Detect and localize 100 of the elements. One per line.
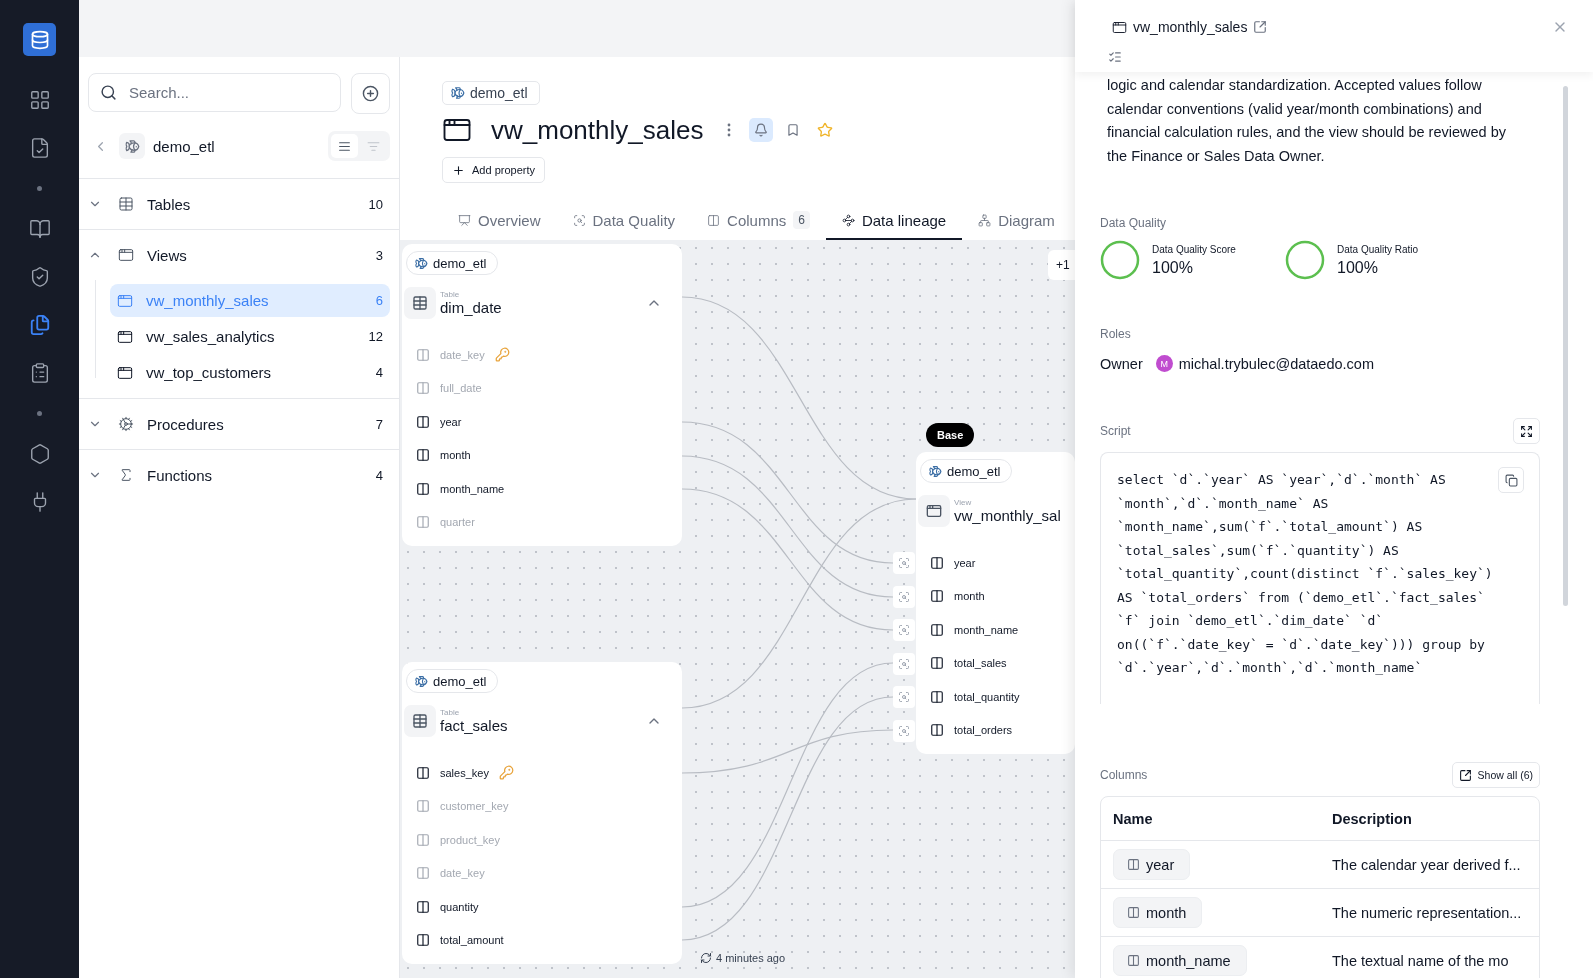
table-icon	[118, 196, 134, 212]
waypoints-icon	[841, 213, 855, 227]
app-logo[interactable]	[23, 23, 56, 56]
show-all-button[interactable]: Show all (6)	[1451, 762, 1540, 788]
column-icon	[416, 765, 430, 780]
node-name: fact_sales	[440, 717, 508, 734]
source-name: demo_etl	[153, 137, 216, 155]
score-label: Data Quality Ratio	[1337, 243, 1419, 255]
filter-icon	[367, 139, 380, 153]
refresh-icon	[700, 952, 712, 964]
column-name: total_quantity	[954, 690, 1020, 703]
score-value: 100%	[1337, 258, 1379, 277]
network-icon	[978, 213, 992, 227]
fish-icon	[451, 86, 465, 100]
refresh-status: 4 minutes ago	[700, 952, 786, 964]
column-name: month	[440, 449, 471, 462]
expand-button[interactable]	[1513, 418, 1540, 444]
node-type: View	[954, 498, 972, 507]
fish-icon	[415, 256, 428, 270]
node-name: vw_monthly_sal	[954, 507, 1061, 524]
column-icon	[416, 832, 430, 847]
role-label: Owner	[1100, 355, 1143, 372]
score-ring	[1100, 240, 1140, 280]
fish-icon	[415, 674, 428, 688]
column-icon	[930, 689, 944, 704]
sigma-icon	[118, 467, 134, 483]
tab[interactable]: Overview	[442, 202, 557, 240]
column-icon	[930, 723, 944, 738]
column-icon	[1127, 858, 1140, 871]
page-title: vw_monthly_sales	[491, 114, 704, 146]
column-chip[interactable]: month_name	[1113, 945, 1247, 976]
scan-icon	[898, 657, 910, 670]
score-value: 100%	[1152, 258, 1194, 277]
window-icon	[118, 247, 134, 263]
bell-icon	[754, 123, 769, 137]
breadcrumb-chip[interactable]: demo_etl	[442, 81, 540, 105]
column-name: full_date	[440, 382, 482, 395]
bell-button[interactable]	[749, 118, 774, 142]
column-name: total_amount	[440, 934, 504, 947]
script-code: select `d`.`year` AS `year`,`d`.`month` AS `month`,`d`.`month_name` AS `month_name`,sum(`f`.`total_amount`) AS `total_sales`,sum(`f`.`quantity`) AS `total_quantity`,count(distinct `f`.`sales_key`) AS `total_orders` from (`demo_etl`.`fact_sales` `f` join `demo_etl`.`dim_date` `d` on((`f`.`date_key` = `d`.`date_key`))) group by `d`.`year`,`d`.`month`,`d`.`month_name`	[1100, 452, 1540, 704]
table-cell-text: The numeric representation...	[1332, 904, 1523, 921]
add-property-button[interactable]: Add property	[442, 157, 545, 183]
tree-group[interactable]: Procedures 7	[79, 399, 399, 449]
tree-group[interactable]: Functions 4	[79, 450, 399, 500]
node-name: dim_date	[440, 299, 502, 316]
window-icon	[117, 292, 133, 309]
scan-icon	[898, 557, 910, 569]
tab[interactable]: Diagram	[962, 202, 1071, 240]
search-field[interactable]: Search...	[88, 73, 341, 112]
column-name: year	[440, 415, 462, 428]
tree-item[interactable]: vw_top_customers 4	[110, 356, 390, 389]
scan-icon	[898, 691, 910, 703]
plus-icon	[452, 163, 465, 177]
fish-icon	[929, 464, 942, 478]
tree-group[interactable]: Tables 10	[79, 179, 399, 229]
table-cell-text: The calendar year derived f...	[1332, 856, 1522, 873]
panel-title: vw_monthly_sales	[1133, 19, 1248, 35]
node-type: Table	[440, 290, 460, 299]
copy-icon	[1504, 473, 1518, 487]
column-chip[interactable]: year	[1113, 849, 1191, 880]
column-icon	[416, 481, 430, 496]
score-ring	[1285, 240, 1325, 280]
column-icon	[930, 555, 944, 570]
tab[interactable]: Columns 6	[691, 202, 826, 240]
table-cell-text: The textual name of the mo	[1332, 952, 1510, 969]
column-name: total_orders	[954, 724, 1013, 737]
column-header: Description	[1332, 810, 1413, 827]
expand-icon	[1520, 424, 1533, 438]
search-icon	[100, 84, 117, 101]
checklist-icon[interactable]	[1108, 50, 1122, 64]
add-button[interactable]	[351, 73, 390, 114]
user-email: michal.trybulec@dataedo.com	[1178, 355, 1374, 372]
score-label: Data Quality Score	[1152, 243, 1236, 255]
column-chip[interactable]: month	[1113, 897, 1203, 928]
base-badge: Base	[926, 423, 975, 447]
more-chip[interactable]: +1	[1048, 250, 1075, 280]
scan-icon	[898, 624, 910, 636]
tab[interactable]: Data Quality	[556, 202, 692, 240]
column-icon	[416, 899, 430, 914]
tree-group[interactable]: Views 3	[79, 230, 399, 280]
scan-icon	[572, 213, 586, 227]
copy-button[interactable]	[1498, 467, 1524, 493]
list-view-button[interactable]	[331, 134, 358, 158]
column-icon	[416, 866, 430, 881]
presentation-icon	[458, 213, 471, 227]
section-label: Data Quality	[1100, 216, 1168, 230]
more-icon	[727, 123, 732, 137]
column-icon	[930, 656, 944, 671]
database-icon	[29, 29, 50, 50]
column-icon	[1127, 954, 1140, 967]
external-link-icon[interactable]	[1253, 20, 1268, 34]
column-name: year	[954, 556, 976, 569]
plus-icon	[362, 85, 379, 102]
section-label: Script	[1100, 424, 1131, 438]
column-icon	[416, 515, 430, 530]
column-name: product_key	[440, 833, 500, 846]
column-icon	[416, 448, 430, 463]
window-icon	[1112, 19, 1127, 35]
tree-item[interactable]: vw_sales_analytics 12	[110, 320, 390, 353]
avatar: M	[1155, 355, 1173, 372]
